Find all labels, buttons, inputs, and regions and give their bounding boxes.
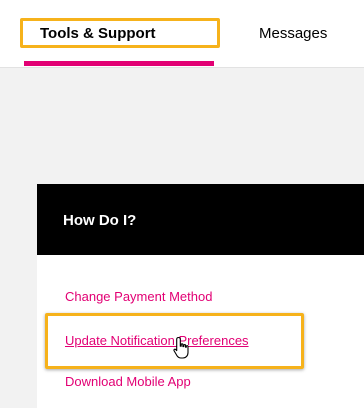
- tab-tools-support-label: Tools & Support: [40, 24, 156, 42]
- active-tab-indicator: [24, 61, 214, 66]
- top-navigation: Tools & Support Messages: [0, 0, 364, 68]
- hand-pointer-icon: [173, 336, 189, 359]
- download-mobile-app-link[interactable]: Download Mobile App: [65, 374, 191, 389]
- how-do-i-title: How Do I?: [63, 212, 137, 229]
- how-do-i-panel: Change Payment Method Update Notificatio…: [37, 255, 364, 408]
- change-payment-method-link[interactable]: Change Payment Method: [65, 289, 212, 304]
- how-do-i-header: How Do I?: [37, 184, 364, 255]
- tab-messages-label: Messages: [259, 24, 328, 42]
- tab-messages[interactable]: Messages: [259, 18, 327, 48]
- update-notification-preferences-link[interactable]: Update Notification Preferences: [65, 333, 249, 348]
- tab-tools-support[interactable]: Tools & Support: [20, 18, 220, 48]
